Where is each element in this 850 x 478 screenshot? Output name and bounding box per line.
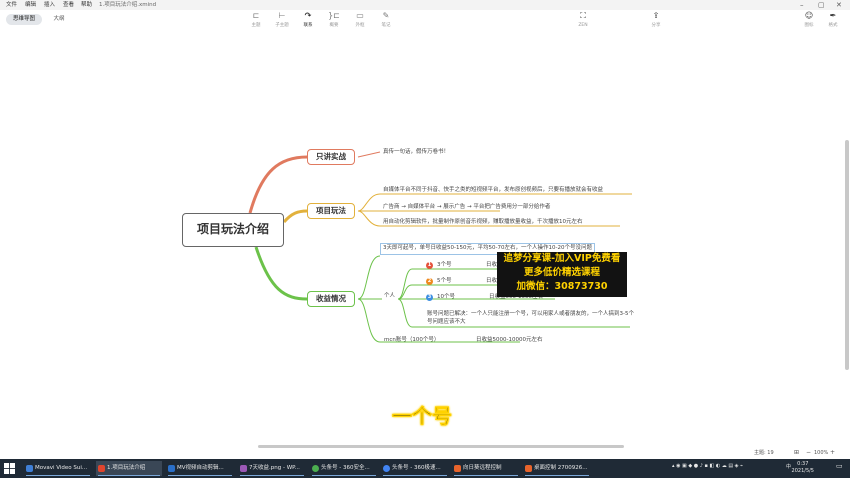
topic-count: 主题: 19 (754, 450, 774, 456)
system-tray-icons[interactable]: ▴ ◉ ▣ ◆ ● ♪ ▪ ◧ ◐ ☁ ▤ ◈ ⌁ (672, 463, 743, 469)
browser-chrome-icon (383, 465, 390, 472)
taskbar-label-360-speed: 头条号 - 360极速... (392, 465, 441, 471)
leaf-5-accounts[interactable]: 5个号 (437, 277, 452, 285)
movavi-app-icon (26, 465, 33, 472)
priority-2-icon: 2 (426, 278, 433, 285)
ime-indicator[interactable]: 中 (786, 463, 791, 470)
branch-topic-income[interactable]: 收益情况 (307, 291, 355, 307)
windows-start-icon[interactable] (4, 463, 15, 474)
windows-taskbar: Movavi Video Sui... 1.项目玩法介绍 MV视频自动剪辑...… (0, 459, 850, 478)
taskbar-label-360-safe: 头条号 - 360安全... (321, 465, 370, 471)
taskbar-label-movavi: Movavi Video Sui... (35, 465, 88, 471)
leaf-3-accounts-income[interactable]: 日收 (486, 261, 497, 269)
xmind-window: 文件 编辑 插入 查看 帮助 1.项目玩法介绍.xmind – ▢ ✕ 思维导图… (0, 0, 850, 478)
map-view-icon[interactable]: ⊞ (794, 449, 799, 457)
taskbar-item-mv-editor[interactable]: MV视频自动剪辑... (166, 461, 234, 476)
taskbar-clock[interactable]: 0:37 2021/5/5 (792, 461, 814, 475)
zoom-out-icon[interactable]: − (806, 449, 811, 457)
leaf-gameplay-1[interactable]: 自媒体平台不同于抖音、快手之类的短视频平台，发布原创视频后，只要有播放就会有收益 (383, 186, 603, 194)
promo-overlay: 追梦分享课-加入VIP免费看 更多低价精选课程 加微信：30873730 (497, 252, 627, 297)
taskbar-label-mv-editor: MV视频自动剪辑... (177, 465, 224, 471)
promo-line-3: 加微信：30873730 (516, 281, 608, 292)
taskbar-item-360-safe[interactable]: 头条号 - 360安全... (310, 461, 378, 476)
zoom-level[interactable]: 100% (814, 449, 828, 457)
priority-1-icon: 1 (426, 262, 433, 269)
horizontal-scrollbar[interactable] (258, 445, 624, 448)
priority-3-icon: 3 (426, 294, 433, 301)
taskbar-label-sunflower: 向日葵远程控制 (463, 465, 502, 471)
notification-icon[interactable]: ▭ (836, 462, 843, 470)
leaf-gameplay-3[interactable]: 用自动化剪辑软件，批量制作原创音乐视频，赚取播放量收益，千次播放10元左右 (383, 218, 583, 226)
leaf-person[interactable]: 个人 (384, 292, 395, 300)
promo-line-1: 追梦分享课-加入VIP免费看 (503, 253, 621, 264)
leaf-3-accounts[interactable]: 3个号 (437, 261, 452, 269)
taskbar-label-wps: 7天收益.png - WP... (249, 465, 300, 471)
video-caption: 一个号 (392, 404, 453, 429)
leaf-mcn-income[interactable]: 日收益5000-10000元左右 (476, 336, 542, 344)
branch-topic-practice[interactable]: 只讲实战 (307, 149, 355, 165)
taskbar-label-xmind: 1.项目玩法介绍 (107, 465, 146, 471)
leaf-practice-1[interactable]: 真传一句话，假传万卷书！ (383, 148, 449, 156)
leaf-gameplay-2[interactable]: 广告商 → 自媒体平台 → 展示广告 → 平台把广告费用分一部分给作者 (383, 203, 550, 211)
taskbar-item-xmind[interactable]: 1.项目玩法介绍 (96, 461, 162, 476)
taskbar-item-wps[interactable]: 7天收益.png - WP... (238, 461, 306, 476)
root-topic[interactable]: 项目玩法介绍 (182, 213, 284, 247)
sunflower-app-icon (454, 465, 461, 472)
taskbar-item-360-speed[interactable]: 头条号 - 360极速... (381, 461, 449, 476)
zoom-in-icon[interactable]: + (830, 449, 835, 457)
mv-editor-app-icon (168, 465, 175, 472)
taskbar-item-sunflower[interactable]: 向日葵远程控制 (452, 461, 520, 476)
xmind-app-icon (98, 465, 105, 472)
taskbar-item-desktop-control[interactable]: 桌面控制 2700926... (523, 461, 591, 476)
browser-360-icon (312, 465, 319, 472)
branch-topic-gameplay[interactable]: 项目玩法 (307, 203, 355, 219)
leaf-account-note[interactable]: 账号问题已解决：一个人只能注册一个号，可以用家人或者朋友的，一个人搞到3-5个号… (427, 311, 639, 326)
desktop-control-app-icon (525, 465, 532, 472)
leaf-10-accounts[interactable]: 10个号 (437, 293, 455, 301)
taskbar-item-movavi[interactable]: Movavi Video Sui... (24, 461, 92, 476)
image-viewer-app-icon (240, 465, 247, 472)
vertical-scrollbar[interactable] (845, 140, 849, 370)
promo-line-2: 更多低价精选课程 (523, 267, 600, 278)
leaf-mcn[interactable]: mcn账号（100个号） (384, 336, 439, 344)
taskbar-label-desktop-control: 桌面控制 2700926... (534, 465, 588, 471)
leaf-5-accounts-income[interactable]: 日收 (486, 277, 497, 285)
clock-time: 0:37 (797, 461, 809, 467)
clock-date: 2021/5/5 (791, 468, 814, 474)
